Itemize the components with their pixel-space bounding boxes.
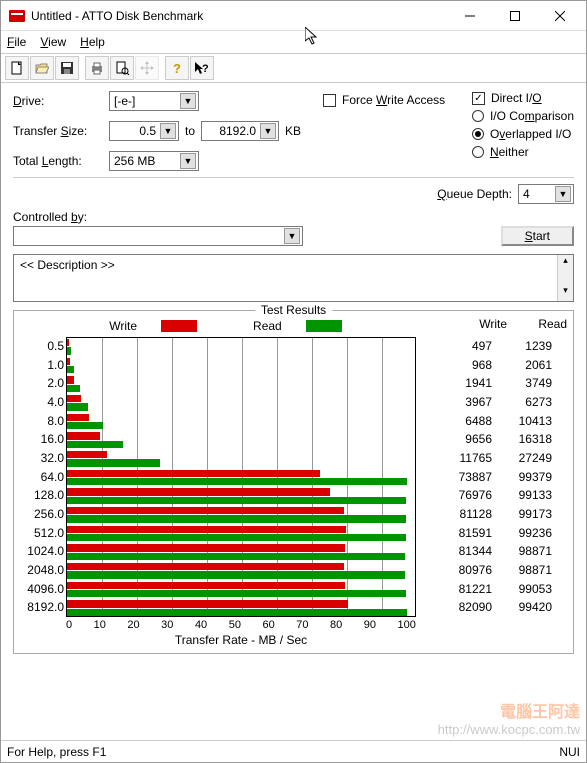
chart-y-labels: 0.51.02.04.08.016.032.064.0128.0256.0512… [20,337,66,617]
io-comparison-radio[interactable]: I/O Comparison [472,109,574,123]
neither-radio[interactable]: Neither [472,145,574,159]
force-write-checkbox[interactable]: Force Write Access [323,93,445,107]
read-swatch [306,320,342,332]
test-results-panel: Test Results Write Read Write Read [13,310,574,654]
statusbar: For Help, press F1 NUI [1,740,586,762]
close-button[interactable] [537,1,582,30]
open-button[interactable] [30,56,54,80]
chevron-down-icon: ▼ [160,123,176,139]
write-column-header: Write [457,317,507,331]
toolbar: ? ? [1,53,586,83]
queue-depth-label: Queue Depth: [437,187,512,201]
chart-grid [66,337,416,617]
chevron-down-icon: ▼ [284,228,300,244]
status-help-text: For Help, press F1 [7,745,106,759]
maximize-button[interactable] [492,1,537,30]
print-preview-button[interactable] [110,56,134,80]
menubar: File View Help [1,31,586,53]
description-textarea[interactable]: << Description >> ▴▾ [13,254,574,302]
legend-write-label: Write [109,319,137,333]
controlled-by-select[interactable]: ▼ [13,226,303,246]
context-help-button[interactable]: ? [190,56,214,80]
transfer-to-select[interactable]: 8192.0▼ [201,121,279,141]
chevron-down-icon: ▼ [180,153,196,169]
move-button [135,56,159,80]
chart-x-axis: 0102030405060708090100 [66,619,416,631]
drive-label: Drive: [13,94,103,108]
chart-x-axis-label: Transfer Rate - MB / Sec [66,633,416,647]
description-placeholder: << Description >> [20,258,115,272]
controlled-by-label: Controlled by: [13,210,303,224]
transfer-size-label: Transfer Size: [13,124,103,138]
menu-file[interactable]: File [7,35,26,49]
help-about-button[interactable]: ? [165,56,189,80]
total-length-select[interactable]: 256 MB▼ [109,151,199,171]
to-label: to [185,124,195,138]
start-button[interactable]: Start [501,226,574,246]
menu-help[interactable]: Help [80,35,105,49]
direct-io-checkbox[interactable]: ✓ Direct I/O [472,91,574,105]
total-length-label: Total Length: [13,154,103,168]
chevron-down-icon: ▼ [555,186,571,202]
settings-panel: Drive: [-e-]▼ Transfer Size: 0.5▼ to 819… [13,91,574,171]
kb-label: KB [285,124,301,138]
scrollbar[interactable]: ▴▾ [557,255,573,301]
status-right-text: NUI [559,745,580,759]
test-results-title: Test Results [255,303,332,317]
svg-text:?: ? [202,63,209,75]
write-swatch [161,320,197,332]
legend-read-label: Read [253,319,282,333]
read-column-header: Read [517,317,567,331]
app-icon [9,8,25,24]
queue-depth-select[interactable]: 4▼ [518,184,574,204]
menu-view[interactable]: View [40,35,66,49]
watermark: 電腦王阿達 http://www.kocpc.com.tw [438,703,580,738]
overlapped-io-radio[interactable]: Overlapped I/O [472,127,574,141]
titlebar: Untitled - ATTO Disk Benchmark [1,1,586,31]
minimize-button[interactable] [447,1,492,30]
data-table: 4971239968206119413749396762736488104139… [422,337,552,617]
chevron-down-icon: ▼ [180,93,196,109]
svg-text:?: ? [173,61,181,75]
new-button[interactable] [5,56,29,80]
print-button[interactable] [85,56,109,80]
transfer-from-select[interactable]: 0.5▼ [109,121,179,141]
chevron-down-icon: ▼ [260,123,276,139]
save-button[interactable] [55,56,79,80]
window-title: Untitled - ATTO Disk Benchmark [31,9,447,23]
drive-select[interactable]: [-e-]▼ [109,91,199,111]
